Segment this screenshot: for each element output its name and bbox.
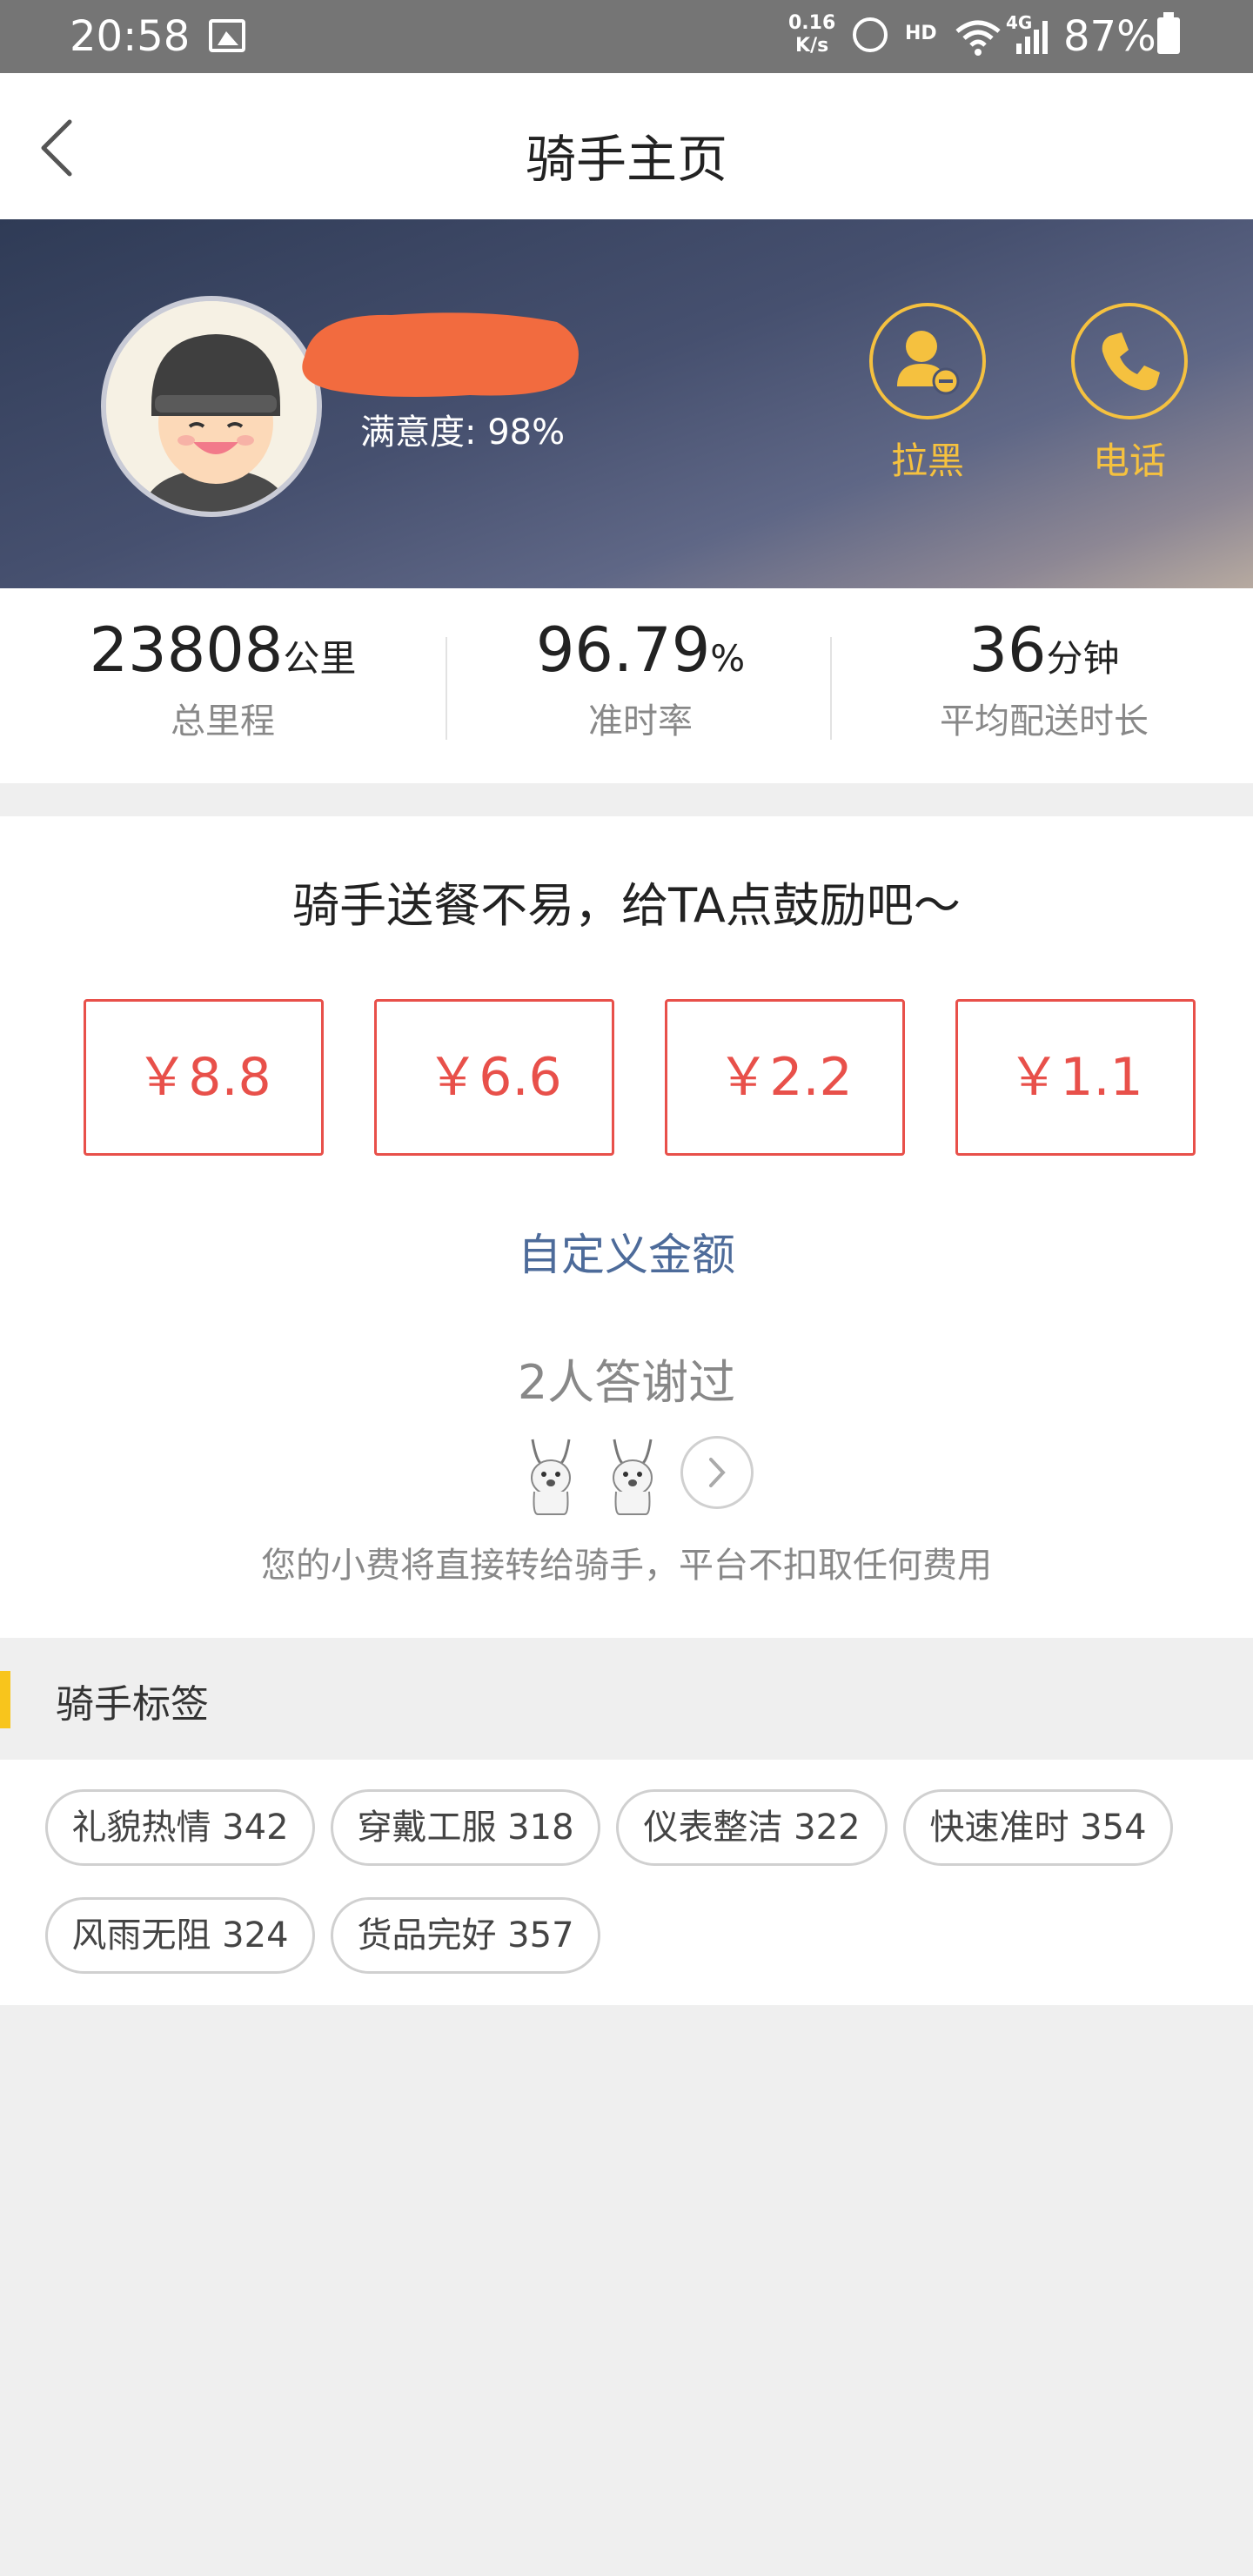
status-time: 20:58 [70, 12, 191, 61]
tip-amount-1-1[interactable]: ￥1.1 [955, 999, 1196, 1156]
thanker-avatar-icon [531, 1439, 571, 1515]
tip-amount-8-8[interactable]: ￥8.8 [84, 999, 324, 1156]
stat-label: 平均配送时长 [940, 701, 1149, 741]
call-label: 电话 [1092, 439, 1166, 482]
page-title: 骑手主页 [525, 130, 727, 189]
rider-avatar [101, 296, 322, 517]
chevron-right-icon [709, 1458, 726, 1487]
phone-icon [1071, 303, 1188, 419]
divider [830, 637, 832, 740]
battery-percent: 87% [1063, 12, 1156, 61]
speed-value: 0.16 [788, 12, 836, 34]
battery-icon [1157, 12, 1180, 54]
stat-total-distance: 23808公里 总里程 [14, 614, 432, 743]
tip-card: 骑手送餐不易，给TA点鼓励吧～ ￥8.8 ￥6.6 ￥2.2 ￥1.1 自定义金… [0, 816, 1253, 1638]
rider-tag: 礼貌热情 342 [45, 1789, 315, 1866]
image-notification-icon [209, 19, 245, 52]
tags-section-header: 骑手标签 [0, 1638, 1253, 1760]
section-accent-bar [0, 1671, 10, 1728]
stat-unit: 公里 [283, 637, 357, 680]
satisfaction-rate: 满意度: 98% [360, 413, 566, 453]
stat-avg-delivery-time: 36分钟 平均配送时长 [835, 614, 1253, 743]
stat-unit: % [710, 637, 746, 680]
tags-section-title: 骑手标签 [56, 1682, 209, 1727]
rider-banner: 满意度: 98% 拉黑 电话 [0, 219, 1253, 588]
rider-tag: 快速准时 354 [903, 1789, 1173, 1866]
stat-label: 准时率 [588, 701, 693, 741]
hd-label: HD [905, 23, 937, 44]
wifi-icon [955, 20, 1001, 56]
call-rider-button[interactable]: 电话 [1069, 303, 1190, 485]
custom-amount-link[interactable]: 自定义金额 [0, 1220, 1253, 1283]
stat-unit: 分钟 [1046, 637, 1120, 680]
stat-value: 36 [968, 614, 1047, 686]
network-speed: 0.16 K/s [788, 12, 835, 57]
speed-unit: K/s [795, 35, 829, 57]
stat-label: 总里程 [171, 701, 275, 741]
stat-value: 96.79 [535, 614, 711, 686]
tip-amount-6-6[interactable]: ￥6.6 [374, 999, 614, 1156]
tip-note: 您的小费将直接转给骑手，平台不扣取任何费用 [261, 1546, 992, 1586]
person-minus-icon [869, 303, 986, 419]
block-label: 拉黑 [890, 439, 964, 482]
rider-stats: 23808公里 总里程 96.79% 准时率 36分钟 平均配送时长 [0, 588, 1253, 783]
rider-tags: 礼貌热情 342 穿戴工服 318 仪表整洁 322 快速准时 354 风雨无阻… [0, 1760, 1253, 2005]
rider-tag: 穿戴工服 318 [331, 1789, 600, 1866]
thanks-more-button[interactable] [680, 1436, 754, 1509]
stat-on-time-rate: 96.79% 准时率 [432, 614, 849, 743]
redacted-name-scribble [302, 312, 579, 397]
nav-bar: 骑手主页 [0, 73, 1253, 219]
signal-icon [1016, 21, 1048, 54]
block-rider-button[interactable]: 拉黑 [867, 303, 988, 485]
thanker-avatar-icon [613, 1439, 653, 1515]
alarm-icon [853, 17, 888, 52]
rider-tag: 风雨无阻 324 [45, 1897, 315, 1974]
rider-tag: 仪表整洁 322 [616, 1789, 888, 1866]
thanks-count: 2人答谢过 [517, 1355, 736, 1410]
status-bar: 20:58 0.16 K/s HD 4G 87% [0, 0, 1253, 73]
tip-amount-2-2[interactable]: ￥2.2 [665, 999, 905, 1156]
tip-heading: 骑手送餐不易，给TA点鼓励吧～ [292, 878, 961, 933]
stat-value: 23808 [89, 614, 284, 686]
rider-cartoon-icon [106, 301, 317, 512]
rider-tag: 货品完好 357 [331, 1897, 600, 1974]
